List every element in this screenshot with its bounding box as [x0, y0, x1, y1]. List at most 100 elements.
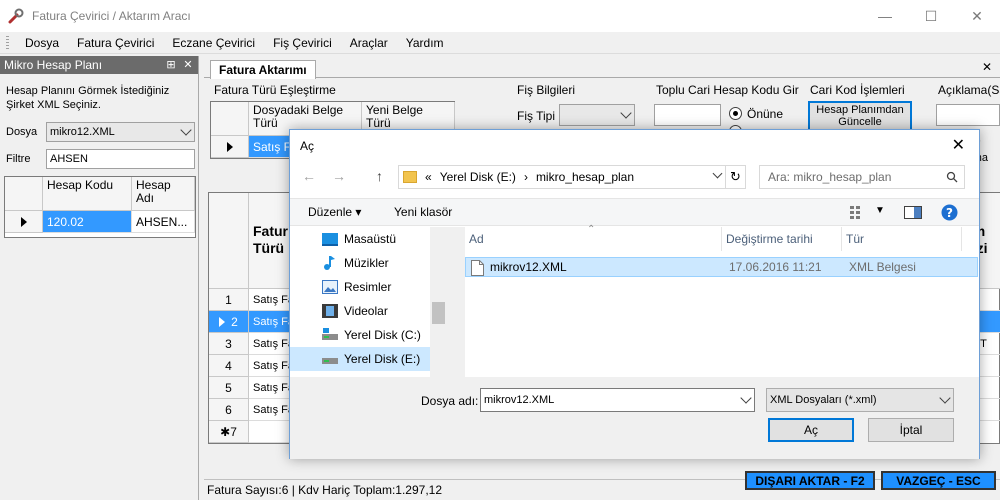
cancel-button[interactable]: İptal: [868, 418, 954, 442]
current-row-icon: [226, 141, 233, 152]
panel-description: Hesap Planını Görmek İstediğiniz Şirket …: [6, 85, 170, 111]
dialog-bottom: Dosya adı: mikrov12.XML XML Dosyaları (*…: [290, 377, 979, 459]
col-degistirme-tarihi[interactable]: Değiştirme tarihi: [722, 227, 842, 251]
filename-input[interactable]: mikrov12.XML: [480, 388, 755, 412]
row-header-3: 3: [209, 333, 249, 355]
videos-icon: [322, 304, 338, 318]
col-hesap-kodu[interactable]: Hesap Kodu: [43, 177, 132, 211]
fis-tipi-label: Fiş Tipi: [517, 109, 556, 123]
menu-eczane-cevirici[interactable]: Eczane Çevirici: [163, 32, 264, 54]
file-date: 17.06.2016 11:21: [729, 260, 822, 274]
row-2-num: 2: [231, 314, 238, 329]
view-dropdown-icon[interactable]: ▼: [875, 205, 885, 216]
path-segment-disk[interactable]: Yerel Disk (E:): [440, 170, 516, 184]
nav-label: Resimler: [344, 280, 392, 294]
menu-grip: [6, 35, 9, 50]
cell-hesap-kodu[interactable]: 120.02: [43, 211, 132, 233]
tab-strip: Fatura Aktarımı ✕: [204, 56, 1000, 79]
aciklama-input[interactable]: [936, 104, 1000, 126]
onune-label: Önüne: [747, 107, 784, 121]
current-row-icon: [20, 216, 27, 227]
nav-scroll-thumb[interactable]: [432, 302, 445, 324]
menu-fis-cevirici[interactable]: Fiş Çevirici: [264, 32, 341, 54]
row-header-1: 1: [209, 289, 249, 311]
dialog-toolbar: Düzenle ▾ Yeni klasör ▼ ?: [290, 198, 979, 226]
tab-close-icon[interactable]: ✕: [982, 60, 992, 74]
new-folder-button[interactable]: Yeni klasör: [394, 205, 452, 219]
menu-yardim[interactable]: Yardım: [397, 32, 453, 54]
music-icon: [324, 256, 335, 270]
close-window-button[interactable]: ✕: [954, 0, 1000, 32]
row-indicator: [5, 211, 43, 233]
up-icon[interactable]: ↑: [376, 168, 383, 184]
col-tur[interactable]: Tür: [842, 227, 962, 251]
address-dropdown-icon[interactable]: [712, 168, 723, 179]
filter-value: XML Dosyaları (*.xml): [770, 394, 877, 406]
hesap-planindan-guncelle-button[interactable]: Hesap Planımdan Güncelle: [808, 101, 912, 131]
disari-aktar-button[interactable]: DIŞARI AKTAR - F2: [745, 471, 875, 490]
nav-item-disk-e[interactable]: Yerel Disk (E:): [290, 347, 430, 371]
disk-c-icon: [322, 328, 338, 340]
file-name: mikrov12.XML: [490, 260, 567, 274]
row-header-2: 2: [209, 311, 249, 333]
file-row-mikrov12[interactable]: mikrov12.XML 17.06.2016 11:21 XML Belges…: [465, 257, 978, 277]
dialog-close-icon[interactable]: ✕: [952, 135, 965, 155]
nav-item-videos[interactable]: Videolar: [290, 299, 430, 323]
back-icon[interactable]: ←: [302, 168, 316, 184]
cell-hesap-adi[interactable]: AHSEN...: [132, 211, 195, 233]
menu-araclar[interactable]: Araçlar: [341, 32, 397, 54]
view-options-icon[interactable]: [850, 206, 866, 219]
panel-close-icon[interactable]: ✕: [181, 57, 195, 73]
path-segment-folder[interactable]: mikro_hesap_plan: [536, 170, 634, 184]
nav-label: Videolar: [344, 304, 388, 318]
nav-item-disk-c[interactable]: Yerel Disk (C:): [290, 323, 430, 347]
preview-pane-icon[interactable]: [904, 206, 922, 219]
panel-title: Mikro Hesap Planı: [4, 58, 103, 72]
aciklama-title: Açıklama(Sat: [938, 83, 1000, 97]
splitter[interactable]: [447, 227, 465, 377]
nav-item-music[interactable]: Müzikler: [290, 251, 430, 275]
help-icon[interactable]: ?: [941, 204, 958, 221]
organize-button[interactable]: Düzenle ▾: [308, 205, 361, 219]
file-list: Ad ⌃ Değiştirme tarihi Tür mikrov12.XML …: [465, 224, 978, 377]
nav-label: Müzikler: [344, 256, 389, 270]
navigation-pane: Masaüstü Müzikler Resimler Videolar Yere…: [290, 227, 447, 377]
pin-icon[interactable]: ⊞: [164, 57, 178, 73]
filtre-input[interactable]: AHSEN: [46, 149, 195, 169]
help-glyph: ?: [946, 206, 953, 220]
search-input[interactable]: Ara: mikro_hesap_plan: [759, 165, 965, 189]
fis-tipi-combo[interactable]: [559, 104, 635, 126]
toplu-cari-input[interactable]: [654, 104, 721, 126]
window-title: Fatura Çevirici / Aktarım Aracı: [32, 9, 191, 23]
dosya-combo[interactable]: mikro12.XML: [46, 122, 195, 142]
grid-corner: [5, 177, 43, 211]
path-overflow[interactable]: «: [425, 170, 432, 184]
vazgec-button[interactable]: VAZGEÇ - ESC: [881, 471, 996, 490]
panel-header: Mikro Hesap Planı ⊞ ✕: [0, 56, 198, 74]
open-button[interactable]: Aç: [768, 418, 854, 442]
minimize-button[interactable]: —: [862, 0, 908, 32]
fatura-turu-title: Fatura Türü Eşleştirme: [214, 83, 336, 97]
disk-e-icon: [322, 358, 338, 364]
nav-item-desktop[interactable]: Masaüstü: [290, 227, 430, 251]
col-hesap-adi[interactable]: Hesap Adı: [132, 177, 195, 211]
chevron-down-icon: [620, 107, 632, 119]
nav-item-pictures[interactable]: Resimler: [290, 275, 430, 299]
nav-scrollbar[interactable]: [430, 227, 447, 377]
title-bar: Fatura Çevirici / Aktarım Aracı — ☐ ✕: [0, 0, 1000, 32]
file-type-filter[interactable]: XML Dosyaları (*.xml): [766, 388, 954, 412]
refresh-icon[interactable]: ↻: [725, 166, 745, 188]
pictures-icon: [322, 280, 338, 294]
tab-fatura-aktarimi[interactable]: Fatura Aktarımı: [210, 60, 316, 79]
menu-dosya[interactable]: Dosya: [16, 32, 68, 54]
organize-label: Düzenle: [308, 205, 353, 219]
mikro-hesap-panel: Mikro Hesap Planı ⊞ ✕ Hesap Planını Görm…: [0, 56, 199, 500]
onune-radio[interactable]: [729, 107, 742, 120]
menu-bar: Dosya Fatura Çevirici Eczane Çevirici Fi…: [0, 32, 1000, 54]
address-bar[interactable]: « Yerel Disk (E:) › mikro_hesap_plan ↻: [398, 165, 746, 189]
menu-fatura-cevirici[interactable]: Fatura Çevirici: [68, 32, 163, 54]
mapping-corner: [211, 102, 249, 136]
chevron-down-icon: [180, 124, 192, 136]
forward-icon[interactable]: →: [332, 168, 346, 184]
maximize-button[interactable]: ☐: [908, 0, 954, 32]
